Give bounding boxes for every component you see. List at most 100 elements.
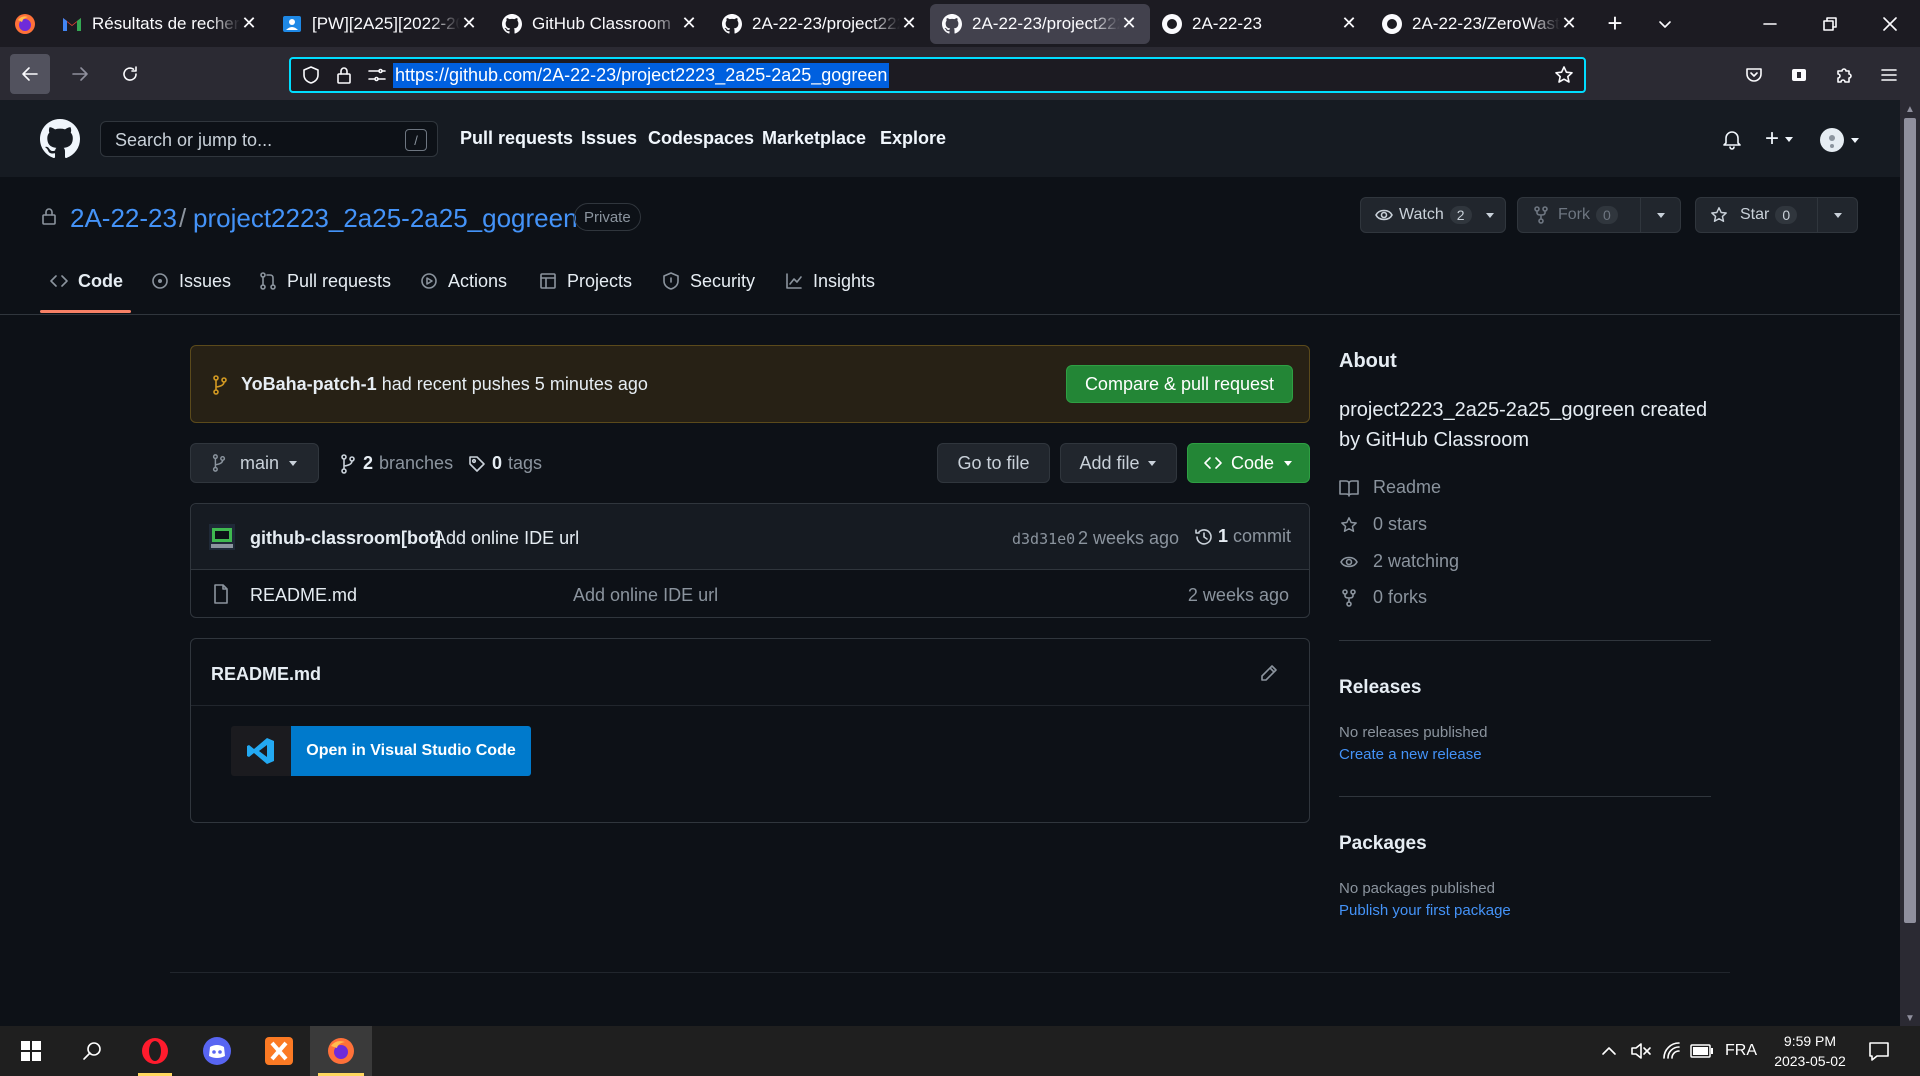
- discord-icon[interactable]: [186, 1026, 248, 1076]
- browser-tab-project-active[interactable]: 2A-22-23/project2223 ✕: [930, 3, 1150, 44]
- tags-link[interactable]: 0 tags: [468, 453, 542, 474]
- repo-name-link[interactable]: project2223_2a25-2a25_gogreen: [193, 203, 578, 234]
- code-dropdown-button[interactable]: Code: [1187, 443, 1310, 483]
- restore-icon[interactable]: [1800, 0, 1860, 47]
- star-dropdown[interactable]: [1817, 198, 1857, 232]
- file-name-link[interactable]: README.md: [250, 585, 357, 606]
- close-window-icon[interactable]: [1860, 0, 1920, 47]
- battery-icon[interactable]: [1690, 1026, 1714, 1076]
- search-input[interactable]: Search or jump to... /: [100, 121, 438, 157]
- watch-button[interactable]: Watch 2: [1360, 197, 1506, 233]
- extension-icon[interactable]: [1781, 57, 1817, 93]
- fork-button[interactable]: Fork 0: [1517, 197, 1681, 233]
- url-text[interactable]: https://github.com/2A-22-23/project2223_…: [393, 62, 890, 88]
- close-tab-icon[interactable]: ✕: [1120, 13, 1138, 34]
- create-new-button[interactable]: +: [1765, 127, 1795, 151]
- nav-pull-requests[interactable]: Pull requests: [460, 128, 573, 149]
- new-tab-icon[interactable]: +: [1590, 0, 1640, 47]
- classroom-icon: [282, 14, 302, 34]
- hamburger-menu-icon[interactable]: [1871, 57, 1907, 93]
- scrollbar-thumb[interactable]: [1904, 118, 1916, 923]
- browser-tab-github-classroom[interactable]: GitHub Classroom ✕: [490, 0, 710, 47]
- open-in-vscode-button[interactable]: Open in Visual Studio Code: [231, 726, 531, 776]
- create-release-link[interactable]: Create a new release: [1339, 746, 1482, 763]
- pencil-icon[interactable]: [1259, 663, 1279, 683]
- browser-tab-gmail[interactable]: Résultats de recherche ✕: [50, 0, 270, 47]
- publish-package-link[interactable]: Publish your first package: [1339, 902, 1511, 919]
- compare-pull-request-button[interactable]: Compare & pull request: [1066, 365, 1293, 403]
- branch-selector[interactable]: main: [190, 443, 319, 483]
- repo-owner-link[interactable]: 2A-22-23: [70, 203, 177, 234]
- browser-tab-zerowaste[interactable]: 2A-22-23/ZeroWaste1 ✕: [1370, 0, 1590, 47]
- close-tab-icon[interactable]: ✕: [460, 13, 478, 34]
- page-scrollbar[interactable]: ▲ ▼: [1900, 100, 1920, 1026]
- commit-sha-link[interactable]: d3d31e0: [1012, 530, 1075, 548]
- nav-codespaces[interactable]: Codespaces: [648, 128, 754, 149]
- close-tab-icon[interactable]: ✕: [1560, 13, 1578, 34]
- file-commit-message-link[interactable]: Add online IDE url: [573, 585, 718, 606]
- wifi-icon[interactable]: [1662, 1026, 1682, 1076]
- stars-link[interactable]: 0 stars: [1339, 514, 1427, 535]
- tab-issues[interactable]: Issues: [151, 261, 231, 301]
- user-avatar-menu[interactable]: [1819, 127, 1861, 153]
- notifications-bell-icon[interactable]: [1721, 128, 1743, 150]
- close-tab-icon[interactable]: ✕: [240, 13, 258, 34]
- opera-icon[interactable]: [124, 1026, 186, 1076]
- star-button[interactable]: Star 0: [1695, 197, 1858, 233]
- close-tab-icon[interactable]: ✕: [1340, 13, 1358, 34]
- show-hidden-icons[interactable]: [1600, 1026, 1618, 1076]
- notifications-icon[interactable]: [1868, 1026, 1890, 1076]
- commit-author-link[interactable]: github-classroom[bot]: [250, 528, 441, 549]
- commit-history-link[interactable]: 1 commit: [1194, 526, 1291, 547]
- tab-insights[interactable]: Insights: [785, 261, 875, 301]
- avatar[interactable]: [209, 524, 235, 550]
- go-to-file-button[interactable]: Go to file: [937, 443, 1050, 483]
- add-file-button[interactable]: Add file: [1060, 443, 1177, 483]
- nav-marketplace[interactable]: Marketplace: [762, 128, 866, 149]
- xampp-icon[interactable]: [248, 1026, 310, 1076]
- minimize-icon[interactable]: [1740, 0, 1800, 47]
- bookmark-star-icon[interactable]: [1554, 65, 1574, 85]
- github-logo-icon[interactable]: [40, 119, 80, 159]
- lock-icon[interactable]: [335, 65, 353, 85]
- clock[interactable]: 9:59 PM 2023-05-02: [1770, 1026, 1850, 1076]
- browser-tab-org[interactable]: 2A-22-23 ✕: [1150, 0, 1370, 47]
- commit-message-link[interactable]: Add online IDE url: [434, 528, 579, 549]
- tab-pull-requests[interactable]: Pull requests: [259, 261, 391, 301]
- forward-icon[interactable]: [60, 54, 100, 94]
- permissions-icon[interactable]: [367, 65, 387, 85]
- readme-title[interactable]: README.md: [211, 664, 321, 685]
- back-icon[interactable]: [10, 53, 50, 94]
- browser-tab-project-1[interactable]: 2A-22-23/project2223 ✕: [710, 0, 930, 47]
- nav-explore[interactable]: Explore: [880, 128, 946, 149]
- banner-branch-link[interactable]: YoBaha-patch-1: [241, 374, 377, 394]
- readme-link[interactable]: Readme: [1339, 477, 1441, 498]
- close-tab-icon[interactable]: ✕: [680, 13, 698, 34]
- start-icon[interactable]: [0, 1026, 62, 1076]
- tab-projects[interactable]: Projects: [539, 261, 632, 301]
- pocket-icon[interactable]: [1736, 57, 1772, 93]
- tab-code[interactable]: Code: [50, 261, 123, 301]
- nav-issues[interactable]: Issues: [581, 128, 637, 149]
- list-tabs-icon[interactable]: [1640, 0, 1690, 47]
- search-icon[interactable]: [62, 1026, 124, 1076]
- extensions-puzzle-icon[interactable]: [1826, 57, 1862, 93]
- language-indicator[interactable]: FRA: [1725, 1026, 1757, 1076]
- file-row[interactable]: README.md Add online IDE url 2 weeks ago: [191, 570, 1309, 618]
- fork-dropdown[interactable]: [1640, 198, 1680, 232]
- shield-icon[interactable]: [301, 65, 321, 85]
- volume-muted-icon[interactable]: [1630, 1026, 1652, 1076]
- watching-link[interactable]: 2 watching: [1339, 551, 1459, 572]
- tab-actions[interactable]: Actions: [420, 261, 507, 301]
- forks-link[interactable]: 0 forks: [1339, 587, 1427, 608]
- packages-heading[interactable]: Packages: [1339, 833, 1427, 855]
- firefox-menu-icon[interactable]: [0, 0, 50, 47]
- url-bar[interactable]: https://github.com/2A-22-23/project2223_…: [289, 57, 1586, 93]
- branches-link[interactable]: 2 branches: [339, 453, 453, 474]
- releases-heading[interactable]: Releases: [1339, 677, 1421, 699]
- browser-tab-classroom[interactable]: [PW][2A25][2022-2023 ✕: [270, 0, 490, 47]
- tab-security[interactable]: Security: [662, 261, 755, 301]
- reload-icon[interactable]: [110, 54, 150, 94]
- firefox-icon[interactable]: [310, 1026, 372, 1076]
- close-tab-icon[interactable]: ✕: [900, 13, 918, 34]
